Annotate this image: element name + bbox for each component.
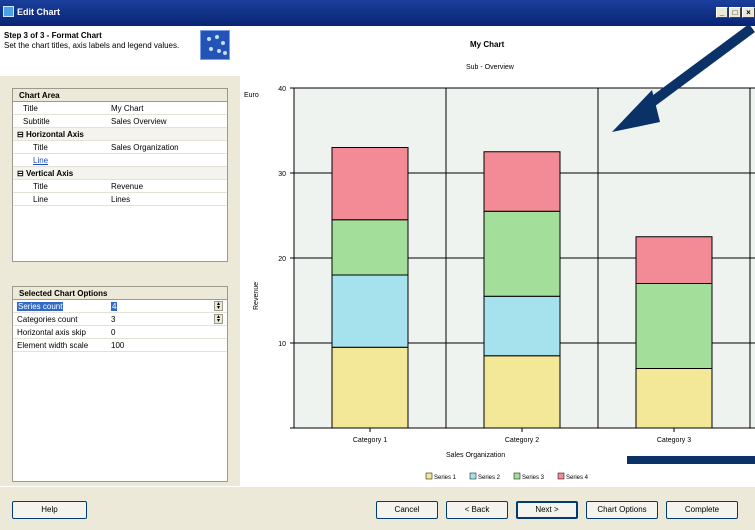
wizard-header: Step 3 of 3 - Format Chart Set the chart… <box>0 26 240 76</box>
element-width-scale-value[interactable]: 100 <box>111 341 124 350</box>
close-button[interactable]: × <box>742 7 755 18</box>
window-titlebar: Edit Chart _ □ × <box>0 0 755 26</box>
help-button[interactable]: Help <box>12 501 87 519</box>
chart-options-button[interactable]: Chart Options <box>586 501 658 519</box>
complete-button[interactable]: Complete <box>666 501 738 519</box>
window-title: Edit Chart <box>17 7 61 17</box>
app-icon <box>3 6 14 17</box>
step-description: Set the chart titles, axis labels and le… <box>4 41 180 50</box>
categories-count-value[interactable]: 3 <box>111 315 115 324</box>
wizard-logo-icon <box>200 30 230 60</box>
horizontal-axis-section[interactable]: ⊟ Horizontal Axis <box>13 128 227 141</box>
cancel-button[interactable]: Cancel <box>376 501 438 519</box>
element-width-scale-row[interactable]: Element width scale 100 <box>13 339 227 352</box>
vertical-axis-line-row[interactable]: Line Lines <box>13 193 227 206</box>
categories-count-stepper[interactable]: ▴ ▾ <box>214 314 223 324</box>
vertical-axis-section[interactable]: ⊟ Vertical Axis <box>13 167 227 180</box>
series-count-row[interactable]: Series count 4 ▴ ▾ <box>13 300 227 313</box>
series-count-stepper[interactable]: ▴ ▾ <box>214 301 223 311</box>
minimize-button[interactable]: _ <box>716 7 728 18</box>
horizontal-axis-skip-row[interactable]: Horizontal axis skip 0 <box>13 326 227 339</box>
categories-count-row[interactable]: Categories count 3 ▴ ▾ <box>13 313 227 326</box>
annotation-arrow <box>612 26 755 464</box>
series-count-value[interactable]: 4 <box>111 302 118 311</box>
properties-panel: Chart Area Title My Chart Subtitle Sales… <box>0 76 240 486</box>
step-title: Step 3 of 3 - Format Chart <box>4 31 102 40</box>
chart-area-group: Chart Area Title My Chart Subtitle Sales… <box>12 88 228 262</box>
horizontal-axis-title-row[interactable]: Title Sales Organization <box>13 141 227 154</box>
arrow-head <box>612 90 660 132</box>
property-row-title[interactable]: Title My Chart <box>13 102 227 115</box>
vertical-axis-title-row[interactable]: Title Revenue <box>13 180 227 193</box>
annotation-bar <box>627 456 755 464</box>
back-button[interactable]: < Back <box>446 501 508 519</box>
horizontal-axis-skip-value[interactable]: 0 <box>111 328 115 337</box>
selected-chart-heading: Selected Chart Options <box>13 287 227 300</box>
next-button[interactable]: Next > <box>516 501 578 519</box>
chart-area-heading: Chart Area <box>13 89 227 102</box>
property-row-subtitle[interactable]: Subtitle Sales Overview <box>13 115 227 128</box>
chart-preview: My Chart Sub - Overview 10 20 30 40 Category… <box>240 26 755 486</box>
wizard-footer: Help Cancel < Back Next > Chart Options … <box>0 486 755 530</box>
selected-chart-group: Selected Chart Options Series count 4 ▴ ▾… <box>12 286 228 482</box>
maximize-button[interactable]: □ <box>729 7 741 18</box>
horizontal-axis-line-row[interactable]: Line <box>13 154 227 167</box>
